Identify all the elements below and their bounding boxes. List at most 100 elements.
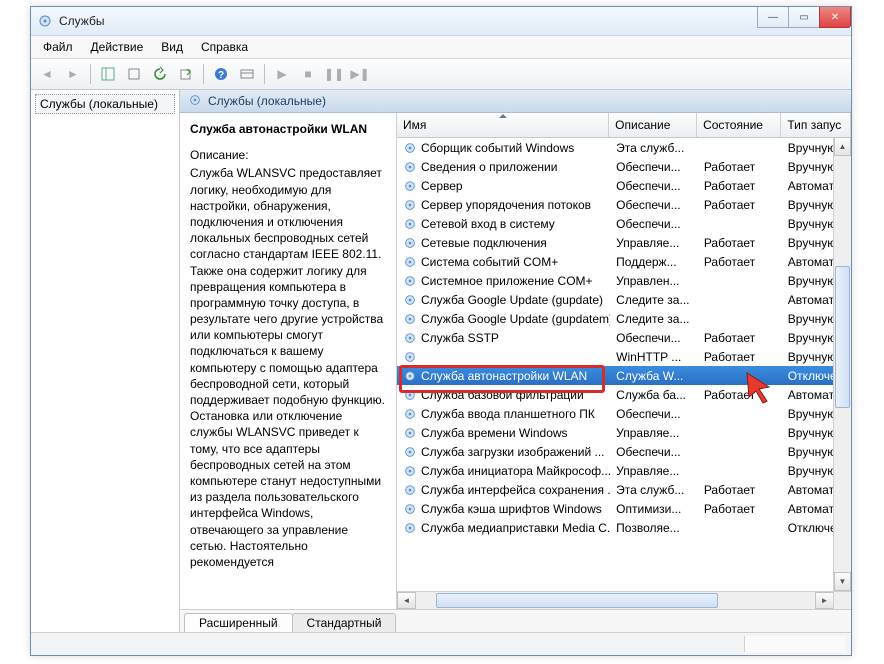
service-row[interactable]: Служба SSTPОбеспечи...РаботаетВручную [397, 328, 851, 347]
export-button[interactable] [174, 62, 198, 86]
properties-button[interactable] [122, 62, 146, 86]
gear-icon [403, 350, 417, 364]
horizontal-scrollbar[interactable]: ◄ ► [397, 591, 834, 609]
scroll-right-button[interactable]: ► [815, 592, 834, 609]
gear-icon [403, 217, 417, 231]
gear-icon [403, 312, 417, 326]
column-description[interactable]: Описание [609, 113, 697, 137]
service-row[interactable]: Служба медиаприставки Media C...Позволяе… [397, 518, 851, 537]
gear-icon [403, 274, 417, 288]
service-desc-cell: Обеспечи... [610, 331, 698, 345]
pause-service-button[interactable]: ❚❚ [322, 62, 346, 86]
gear-icon [403, 483, 417, 497]
service-row[interactable]: Служба автонастройки WLANСлужба W...Откл… [397, 366, 851, 385]
service-row[interactable]: Служба ввода планшетного ПКОбеспечи...Вр… [397, 404, 851, 423]
service-desc-cell: Оптимизи... [610, 502, 698, 516]
refresh-button[interactable] [148, 62, 172, 86]
tab-extended[interactable]: Расширенный [184, 613, 293, 632]
menu-view[interactable]: Вид [153, 38, 191, 56]
service-row[interactable]: Сетевой вход в системуОбеспечи...Вручную [397, 214, 851, 233]
scroll-down-button[interactable]: ▼ [834, 572, 851, 591]
minimize-button[interactable]: — [757, 7, 789, 28]
service-row[interactable]: Система событий COM+Поддерж...РаботаетАв… [397, 252, 851, 271]
service-row[interactable]: Сборщик событий WindowsЭта служб...Вручн… [397, 138, 851, 157]
service-row[interactable]: Служба инициатора Майкрософ...Управляе..… [397, 461, 851, 480]
gear-icon [403, 407, 417, 421]
service-status-cell: Работает [698, 198, 782, 212]
description-label: Описание: [190, 147, 386, 163]
service-desc-cell: Эта служб... [610, 483, 698, 497]
service-row[interactable]: Служба загрузки изображений ...Обеспечи.… [397, 442, 851, 461]
service-desc-cell: Управлен... [610, 274, 698, 288]
service-name-cell: Служба автонастройки WLAN [397, 369, 610, 383]
service-row[interactable]: Служба Google Update (gupdatem)Следите з… [397, 309, 851, 328]
service-name-cell: Система событий COM+ [397, 255, 610, 269]
service-row[interactable]: Служба базовой фильтрацииСлужба ба...Раб… [397, 385, 851, 404]
column-name[interactable]: Имя [397, 113, 609, 137]
svg-text:?: ? [218, 70, 224, 81]
service-row[interactable]: Сведения о приложенииОбеспечи...Работает… [397, 157, 851, 176]
service-row[interactable]: СерверОбеспечи...РаботаетАвтомати [397, 176, 851, 195]
gear-icon [403, 464, 417, 478]
back-button[interactable]: ◄ [35, 62, 59, 86]
scroll-left-button[interactable]: ◄ [397, 592, 416, 609]
show-hide-tree-button[interactable] [96, 62, 120, 86]
view-tabs: Расширенный Стандартный [180, 609, 851, 632]
restart-service-button[interactable]: ▶❚ [348, 62, 372, 86]
service-row[interactable]: Служба кэша шрифтов WindowsОптимизи...Ра… [397, 499, 851, 518]
forward-button[interactable]: ► [61, 62, 85, 86]
service-status-cell: Работает [698, 388, 782, 402]
toolbar-btn-extra[interactable] [235, 62, 259, 86]
start-service-button[interactable]: ▶ [270, 62, 294, 86]
service-name-cell: Сервер упорядочения потоков [397, 198, 610, 212]
menu-action[interactable]: Действие [83, 38, 152, 56]
service-desc-cell: Обеспечи... [610, 217, 698, 231]
service-row[interactable]: WinHTTP ...РаботаетВручную [397, 347, 851, 366]
scroll-up-button[interactable]: ▲ [834, 137, 851, 156]
titlebar[interactable]: Службы — ▭ ✕ [31, 7, 851, 36]
right-pane-header-label: Службы (локальные) [208, 94, 326, 108]
menu-help[interactable]: Справка [193, 38, 256, 56]
service-row[interactable]: Системное приложение COM+Управлен...Вруч… [397, 271, 851, 290]
service-row[interactable]: Служба Google Update (gupdate)Следите за… [397, 290, 851, 309]
vertical-scrollbar[interactable]: ▲ ▼ [833, 137, 851, 591]
scroll-thumb-h[interactable] [436, 593, 718, 608]
service-desc-cell: Обеспечи... [610, 407, 698, 421]
service-desc-cell: Обеспечи... [610, 198, 698, 212]
menu-file[interactable]: Файл [35, 38, 81, 56]
service-name-cell: Служба времени Windows [397, 426, 610, 440]
services-window: Службы — ▭ ✕ Файл Действие Вид Справка ◄… [30, 6, 852, 656]
service-desc-cell: Управляе... [610, 464, 698, 478]
service-desc-cell: Обеспечи... [610, 179, 698, 193]
service-row[interactable]: Сервер упорядочения потоковОбеспечи...Ра… [397, 195, 851, 214]
service-status-cell: Работает [698, 483, 782, 497]
description-text: Служба WLANSVC предоставляет логику, нео… [190, 165, 386, 570]
service-name-cell: Служба Google Update (gupdate) [397, 293, 610, 307]
service-name-cell: Служба Google Update (gupdatem) [397, 312, 610, 326]
help-button[interactable]: ? [209, 62, 233, 86]
console-tree: Службы (локальные) [31, 90, 180, 632]
service-name-cell: Служба базовой фильтрации [397, 388, 610, 402]
scroll-corner [833, 591, 851, 609]
tree-root-services[interactable]: Службы (локальные) [35, 94, 175, 114]
service-name-cell: Служба загрузки изображений ... [397, 445, 610, 459]
service-name-cell: Служба инициатора Майкрософ... [397, 464, 610, 478]
column-startup[interactable]: Тип запус [781, 113, 851, 137]
stop-service-button[interactable]: ■ [296, 62, 320, 86]
service-row[interactable]: Сетевые подключенияУправляе...РаботаетВр… [397, 233, 851, 252]
service-desc-cell: Следите за... [610, 312, 698, 326]
service-row[interactable]: Служба интерфейса сохранения ...Эта служ… [397, 480, 851, 499]
service-desc-cell: Управляе... [610, 236, 698, 250]
maximize-button[interactable]: ▭ [788, 7, 820, 28]
gear-icon [403, 293, 417, 307]
service-name-cell: Служба SSTP [397, 331, 610, 345]
window-title: Службы [59, 14, 104, 28]
tab-standard[interactable]: Стандартный [292, 613, 397, 632]
services-list: Имя Описание Состояние Тип запус Сборщик… [396, 113, 851, 609]
column-status[interactable]: Состояние [697, 113, 781, 137]
service-name-cell: Системное приложение COM+ [397, 274, 610, 288]
service-row[interactable]: Служба времени WindowsУправляе...Вручную [397, 423, 851, 442]
close-button[interactable]: ✕ [819, 7, 851, 28]
scroll-thumb[interactable] [835, 266, 850, 408]
gear-icon [403, 141, 417, 155]
